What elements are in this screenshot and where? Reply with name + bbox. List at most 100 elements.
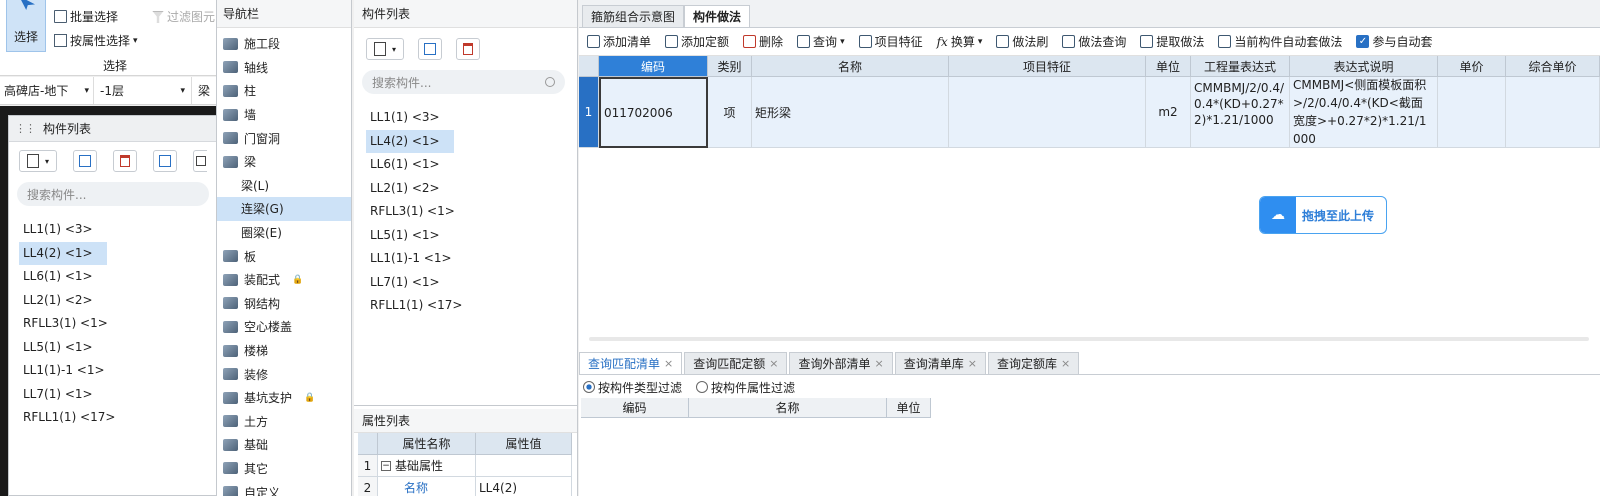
filter-option-0[interactable]: 按构件类型过滤 — [583, 379, 682, 396]
copy-component-button[interactable] — [418, 38, 442, 60]
list-item[interactable]: LL7(1) <1> — [19, 383, 207, 407]
upload-dropzone[interactable]: ☁ 拖拽至此上传 — [1259, 196, 1387, 234]
auto-method-button[interactable]: 当前构件自动套做法 — [1218, 33, 1342, 50]
nav-item-14[interactable]: 装修 — [217, 362, 351, 386]
list-item[interactable]: LL1(1)-1 <1> — [366, 247, 565, 271]
cell-name[interactable]: 矩形梁 — [752, 77, 949, 148]
convert-button[interactable]: fx 换算 ▾ — [937, 33, 983, 50]
nav-item-7[interactable]: 连梁(G) — [217, 197, 351, 221]
copy-component-button[interactable] — [73, 150, 97, 172]
cell-unit[interactable]: m2 — [1146, 77, 1191, 148]
checkbox-checked-icon[interactable]: ✓ — [1356, 35, 1370, 48]
list-item[interactable]: LL1(1)-1 <1> — [19, 359, 207, 383]
list-item[interactable]: LL2(1) <2> — [366, 177, 565, 201]
select-button[interactable]: 选择 — [6, 0, 46, 52]
nav-item-18[interactable]: 其它 — [217, 457, 351, 481]
query-tab-4[interactable]: 查询定额库 × — [987, 352, 1080, 374]
col-header-feature[interactable]: 项目特征 — [949, 56, 1146, 77]
cell-code[interactable]: 011702006 — [599, 77, 708, 148]
col-header-expr[interactable]: 工程量表达式 — [1191, 56, 1290, 77]
method-grid-row[interactable]: 1 011702006 项 矩形梁 m2 CMMBMJ/2/0.4/0.4*(K… — [579, 77, 1600, 148]
list-item[interactable]: LL6(1) <1> — [19, 265, 207, 289]
list-item[interactable]: LL6(1) <1> — [366, 153, 565, 177]
list-item[interactable]: LL1(1) <3> — [19, 218, 207, 242]
layer-copy-button[interactable] — [153, 150, 177, 172]
prop-row-value[interactable] — [476, 455, 572, 477]
prop-row-value[interactable]: LL4(2) — [476, 477, 572, 496]
list-item[interactable]: LL4(2) <1> — [19, 241, 107, 265]
nav-item-4[interactable]: 门窗洞 — [217, 126, 351, 150]
delete-button[interactable]: 删除 — [743, 33, 783, 50]
cell-expr-desc[interactable]: CMMBMJ<侧面模板面积>/2/0.4/0.4*(KD<截面宽度>+0.27*… — [1290, 77, 1438, 148]
nav-item-8[interactable]: 圈梁(E) — [217, 221, 351, 245]
radio-icon[interactable] — [696, 381, 709, 393]
panel-header[interactable]: ⋮⋮ 构件列表 — [9, 116, 217, 142]
close-icon[interactable]: × — [968, 357, 977, 370]
list-item[interactable]: RFLL1(1) <17> — [366, 294, 565, 318]
close-icon[interactable]: × — [664, 357, 673, 370]
nav-item-9[interactable]: 板 — [217, 244, 351, 268]
floor-dropdown[interactable]: 高碑店-地下 ▾ — [0, 77, 94, 104]
col-header-expr-desc[interactable]: 表达式说明 — [1290, 56, 1438, 77]
cell-total-price[interactable] — [1506, 77, 1600, 148]
list-item[interactable]: LL2(1) <2> — [19, 289, 207, 313]
close-icon[interactable]: × — [1061, 357, 1070, 370]
filter-graph-button[interactable]: 过滤图元 — [152, 8, 215, 25]
add-quota-button[interactable]: 添加定额 — [665, 33, 729, 50]
nav-item-10[interactable]: 装配式 🔒 — [217, 268, 351, 292]
list-item[interactable]: LL5(1) <1> — [366, 224, 565, 248]
attr-select-button[interactable]: 按属性选择 ▾ — [54, 32, 138, 49]
query-tab-0[interactable]: 查询匹配清单 × — [579, 352, 683, 374]
nav-item-19[interactable]: 自定义 — [217, 480, 351, 496]
item-feature-button[interactable]: 项目特征 — [858, 33, 923, 50]
list-item[interactable]: RFLL1(1) <17> — [19, 406, 207, 430]
extract-method-button[interactable]: 提取做法 — [1140, 33, 1204, 50]
col-header-name[interactable]: 名称 — [752, 56, 949, 77]
prop-row[interactable]: 2 名称 LL4(2) — [358, 477, 577, 496]
layer-dropdown[interactable]: -1层 ▾ — [94, 77, 192, 104]
component-search-input[interactable]: 搜索构件... — [362, 70, 565, 94]
nav-item-11[interactable]: 钢结构 — [217, 292, 351, 316]
query-tab-1[interactable]: 查询匹配定额 × — [684, 352, 788, 374]
component-search-input[interactable]: 搜索构件... — [17, 182, 209, 206]
col-header-code[interactable]: 编码 — [599, 56, 708, 77]
nav-item-0[interactable]: 施工段 — [217, 32, 351, 56]
nav-item-13[interactable]: 楼梯 — [217, 339, 351, 363]
query-tab-3[interactable]: 查询清单库 × — [894, 352, 986, 374]
type-dropdown[interactable]: 梁 — [192, 82, 210, 99]
nav-item-1[interactable]: 轴线 — [217, 56, 351, 80]
cell-type[interactable]: 项 — [708, 77, 752, 148]
join-auto-button[interactable]: ✓ 参与自动套 — [1356, 33, 1432, 50]
nav-item-6[interactable]: 梁(L) — [217, 174, 351, 198]
drag-handle-icon[interactable]: ⋮⋮ — [15, 122, 36, 135]
list-item[interactable]: RFLL3(1) <1> — [366, 200, 565, 224]
prop-row[interactable]: 1 − 基础属性 — [358, 455, 577, 477]
batch-select-button[interactable]: 批量选择 — [54, 8, 118, 25]
nav-item-5[interactable]: 梁 — [217, 150, 351, 174]
new-component-button[interactable]: ▾ — [366, 38, 404, 60]
radio-selected-icon[interactable] — [583, 381, 595, 393]
query-button[interactable]: 查询 ▾ — [797, 33, 845, 50]
nav-item-16[interactable]: 土方 — [217, 410, 351, 434]
list-item[interactable]: LL4(2) <1> — [366, 129, 454, 153]
nav-item-15[interactable]: 基坑支护 🔒 — [217, 386, 351, 410]
list-item[interactable]: RFLL3(1) <1> — [19, 312, 207, 336]
collapse-icon[interactable]: − — [381, 460, 391, 471]
cell-feature[interactable] — [949, 77, 1146, 148]
tab-rebar-diagram[interactable]: 箍筋组合示意图 — [582, 5, 685, 27]
list-item[interactable]: LL5(1) <1> — [19, 336, 207, 360]
list-item[interactable]: LL1(1) <3> — [366, 106, 565, 130]
save-component-button[interactable] — [193, 150, 207, 172]
method-query-button[interactable]: 做法查询 — [1062, 33, 1126, 50]
new-component-button[interactable]: ▾ — [19, 150, 57, 172]
cell-expr[interactable]: CMMBMJ/2/0.4/0.4*(KD+0.27*2)*1.21/1000 — [1191, 77, 1290, 148]
col-header-type[interactable]: 类别 — [708, 56, 752, 77]
nav-item-2[interactable]: 柱 — [217, 79, 351, 103]
tab-component-method[interactable]: 构件做法 — [684, 5, 751, 27]
filter-option-1[interactable]: 按构件属性过滤 — [696, 379, 795, 396]
col-header-total-price[interactable]: 综合单价 — [1506, 56, 1600, 77]
delete-component-button[interactable] — [456, 38, 480, 60]
cell-price[interactable] — [1438, 77, 1506, 148]
col-header-unit[interactable]: 单位 — [1146, 56, 1191, 77]
add-bill-button[interactable]: 添加清单 — [587, 33, 651, 50]
